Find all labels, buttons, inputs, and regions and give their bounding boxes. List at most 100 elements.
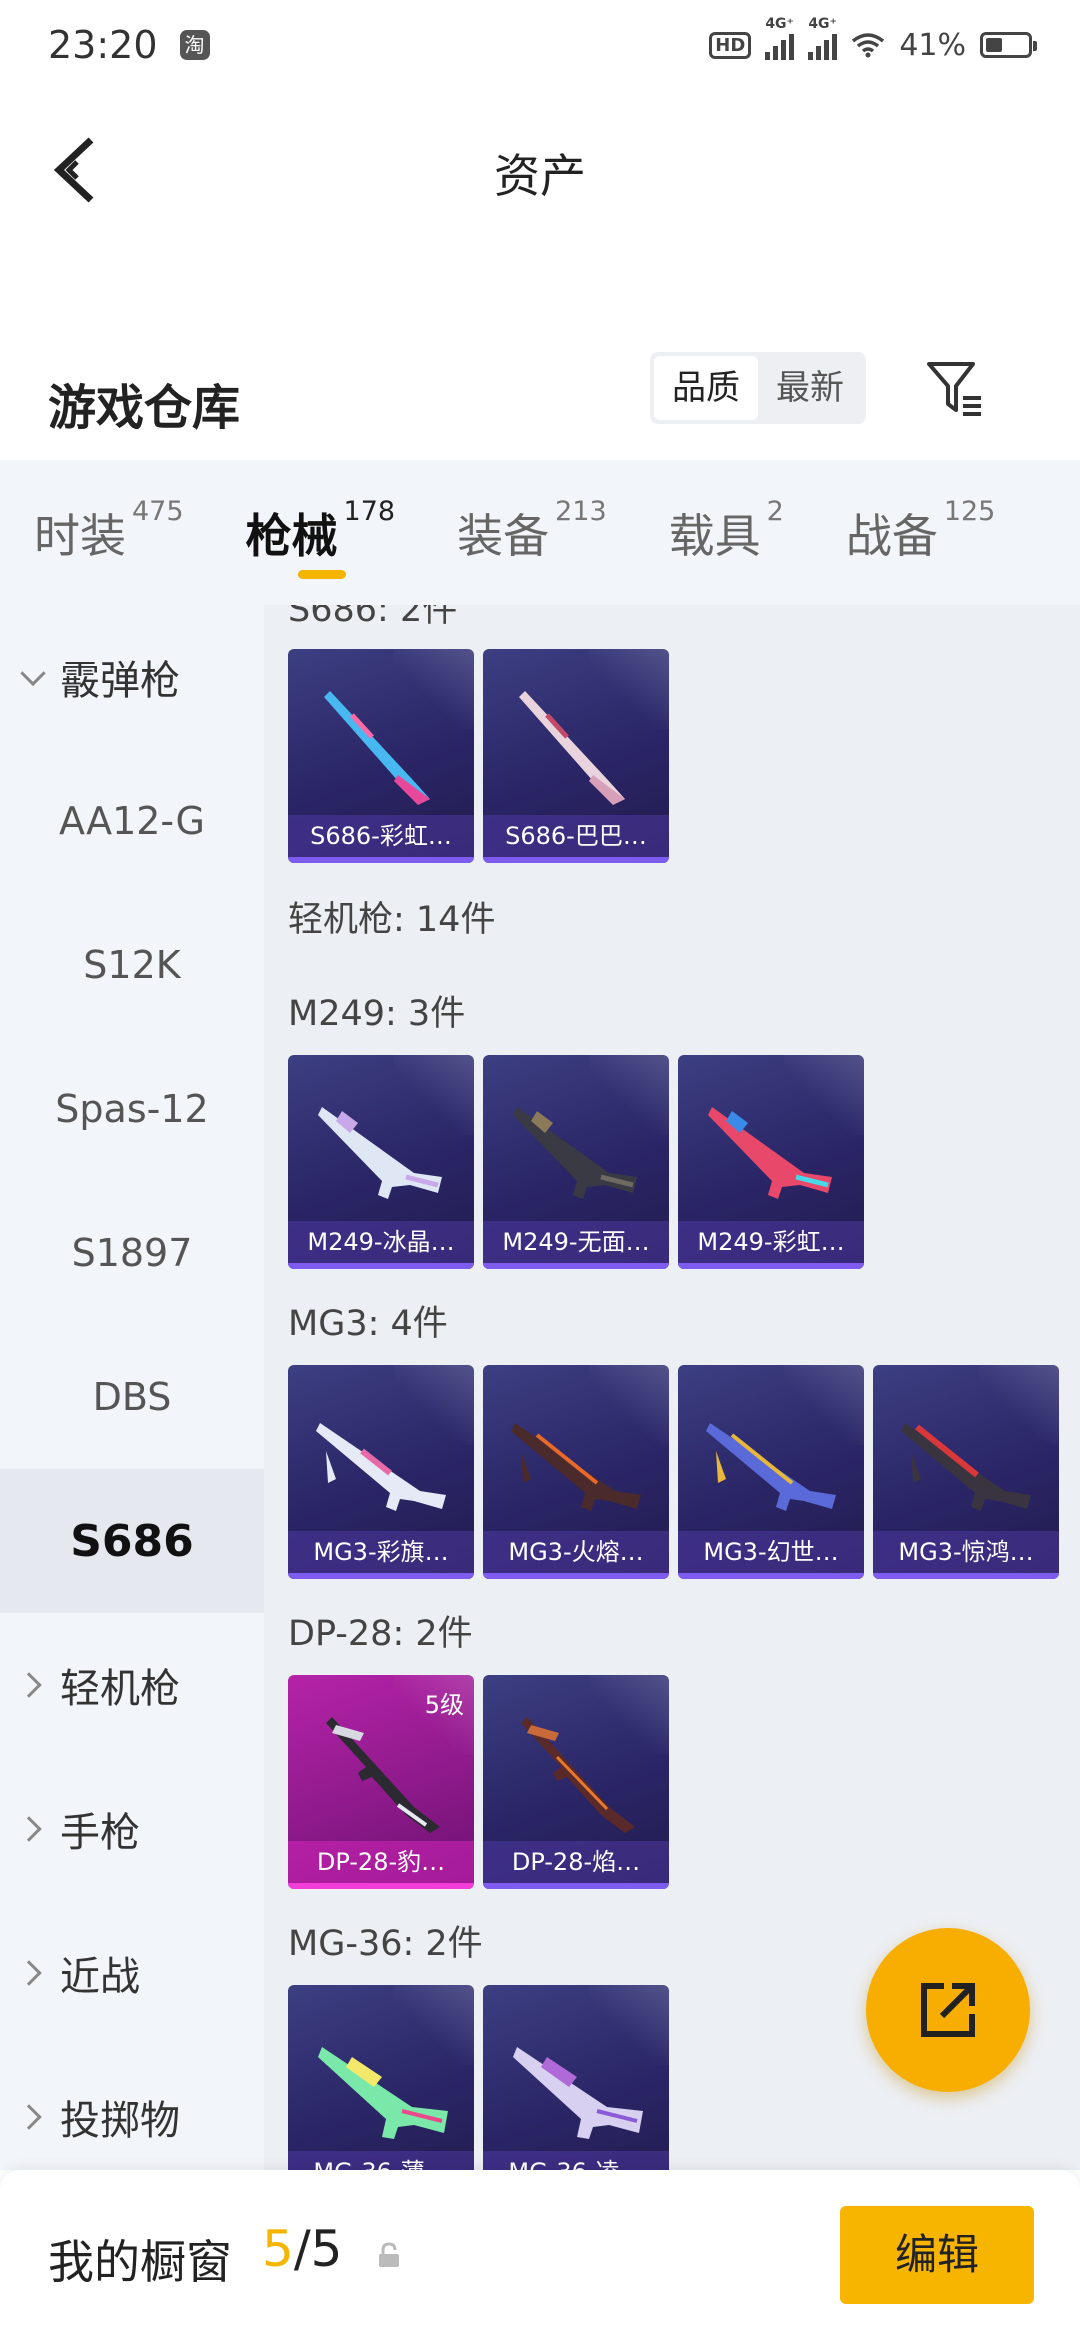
skin-name: MG-36-薄… [288, 2151, 474, 2170]
chevron-right-icon [16, 2104, 42, 2130]
machine-gun-icon [708, 1107, 832, 1199]
chevron-right-icon [16, 1672, 42, 1698]
showcase-label: 我的橱窗 [48, 2235, 232, 2289]
signal-icon: 4G⁺ [765, 16, 795, 60]
hd-voice-icon: HD [709, 31, 752, 59]
skin-card[interactable]: M249-无面… [483, 1055, 669, 1269]
skin-name: MG-36-凌… [483, 2151, 669, 2170]
skin-card[interactable]: MG-36-薄… [288, 1985, 474, 2170]
share-button[interactable] [866, 1928, 1030, 2092]
sort-option-newest[interactable]: 最新 [758, 356, 862, 420]
skin-card[interactable]: DP-28-焰… [483, 1675, 669, 1889]
battery-percent: 41% [899, 27, 966, 63]
sidebar-item-s686[interactable]: S686 [0, 1469, 264, 1613]
section-header: MG-36: 2件 [288, 1924, 483, 1964]
tab-fashion[interactable]: 时装 475 [34, 460, 184, 605]
sidebar-item-label: 轻机枪 [60, 1666, 180, 1712]
sidebar-item-label: Spas-12 [55, 1087, 209, 1131]
showcase-bar: 我的橱窗 5/5 编辑 [0, 2170, 1080, 2340]
lock-icon [379, 2242, 399, 2267]
skin-name: DP-28-焰… [483, 1841, 669, 1883]
machine-gun-icon [316, 1423, 446, 1511]
skin-card[interactable]: MG-36-凌… [483, 1985, 669, 2170]
tab-count: 125 [943, 496, 996, 527]
sidebar-item-label: 近战 [60, 1954, 140, 2000]
skin-card[interactable]: MG3-惊鸿… [873, 1365, 1059, 1579]
skin-name: M249-无面… [483, 1221, 669, 1263]
skin-card[interactable]: MG3-彩旗… [288, 1365, 474, 1579]
sidebar-item-aa12-g[interactable]: AA12-G [0, 749, 264, 893]
category-header: 轻机枪: 14件 [288, 900, 496, 940]
sidebar-item-shotgun[interactable]: 霰弹枪 [0, 605, 264, 749]
sidebar-item-s12k[interactable]: S12K [0, 893, 264, 1037]
skin-name: DP-28-豹… [288, 1841, 474, 1883]
skin-card[interactable]: S686-彩虹… [288, 649, 474, 863]
tab-equipment[interactable]: 装备 213 [457, 460, 607, 605]
skin-grid: MG-36-薄… MG-36-凌… [288, 1985, 669, 2170]
chevron-right-icon [16, 1960, 42, 1986]
sidebar-item-label: DBS [92, 1375, 172, 1419]
machine-gun-icon [511, 1423, 641, 1511]
showcase-total: 5 [310, 2220, 343, 2278]
skin-card[interactable]: MG3-幻世… [678, 1365, 864, 1579]
machine-gun-icon [706, 1423, 836, 1511]
network-type-label: 4G⁺ [808, 16, 837, 32]
tab-label: 枪械 [245, 509, 338, 563]
skin-name: MG3-彩旗… [288, 1531, 474, 1573]
filter-icon [927, 362, 981, 416]
sidebar-item-label: 手枪 [60, 1810, 140, 1856]
sidebar-item-lmg[interactable]: 轻机枪 [0, 1613, 264, 1757]
sidebar-item-s1897[interactable]: S1897 [0, 1181, 264, 1325]
battery-icon [980, 32, 1037, 58]
sidebar-item-label: 霰弹枪 [60, 658, 180, 704]
showcase-separator: / [293, 2220, 311, 2278]
sort-toggle: 品质 最新 [650, 352, 866, 424]
tab-count: 475 [132, 496, 184, 527]
sidebar-item-label: 投掷物 [60, 2098, 180, 2144]
skin-card[interactable]: M249-彩虹… [678, 1055, 864, 1269]
sidebar-item-dbs[interactable]: DBS [0, 1325, 264, 1469]
status-indicators: HD 4G⁺ 4G⁺ 41% [709, 16, 1037, 63]
warehouse-title: 游戏仓库 [48, 380, 241, 436]
app-header: 资产 [0, 110, 1080, 230]
machine-gun-icon [513, 1107, 637, 1199]
tab-battle-gear[interactable]: 战备 125 [846, 460, 996, 605]
machine-gun-icon [901, 1423, 1031, 1511]
section-header: M249: 3件 [288, 994, 466, 1034]
skin-card[interactable]: M249-冰晶… [288, 1055, 474, 1269]
active-tab-indicator [297, 570, 346, 579]
showcase-current: 5 [262, 2220, 294, 2278]
status-bar: 23:20 淘 HD 4G⁺ 4G⁺ 41% [0, 0, 1080, 90]
skin-name: M249-彩虹… [678, 1221, 864, 1263]
sidebar-item-melee[interactable]: 近战 [0, 1901, 264, 2045]
skin-grid: MG3-彩旗… MG3-火熔… MG3-幻世… MG3-惊鸿… [288, 1365, 1059, 1579]
showcase-count: 5/5 [262, 2220, 342, 2278]
skin-card[interactable]: 5级 DP-28-豹… [288, 1675, 474, 1889]
section-header: MG3: 4件 [288, 1304, 448, 1344]
signal-icon: 4G⁺ [808, 16, 838, 60]
shotgun-icon [324, 691, 430, 805]
tab-vehicles[interactable]: 载具 2 [669, 460, 784, 605]
filter-button[interactable] [920, 350, 990, 426]
sort-option-quality[interactable]: 品质 [654, 356, 758, 420]
tab-firearms[interactable]: 枪械 178 [245, 460, 395, 605]
sidebar-item-spas-12[interactable]: Spas-12 [0, 1037, 264, 1181]
section-header: S686: 2件 [288, 605, 458, 630]
skin-name: M249-冰晶… [288, 1221, 474, 1263]
skin-grid: M249-冰晶… M249-无面… M249-彩虹… [288, 1055, 864, 1269]
skin-card[interactable]: S686-巴巴… [483, 649, 669, 863]
tab-label: 战备 [845, 509, 938, 563]
tab-label: 时装 [34, 509, 126, 563]
taobao-app-icon: 淘 [179, 30, 210, 60]
section-header: DP-28: 2件 [288, 1614, 473, 1654]
sidebar-item-throwables[interactable]: 投掷物 [0, 2045, 264, 2170]
skin-name: S686-彩虹… [288, 815, 474, 857]
tab-count: 2 [766, 496, 784, 527]
skin-card[interactable]: MG3-火熔… [483, 1365, 669, 1579]
status-time: 23:20 [48, 23, 158, 67]
sidebar-item-pistol[interactable]: 手枪 [0, 1757, 264, 1901]
edit-button[interactable]: 编辑 [840, 2206, 1034, 2304]
sidebar-item-label: S1897 [71, 1231, 193, 1275]
machine-gun-icon [318, 2047, 448, 2139]
skin-grid: 5级 DP-28-豹… DP-28-焰… [288, 1675, 669, 1889]
